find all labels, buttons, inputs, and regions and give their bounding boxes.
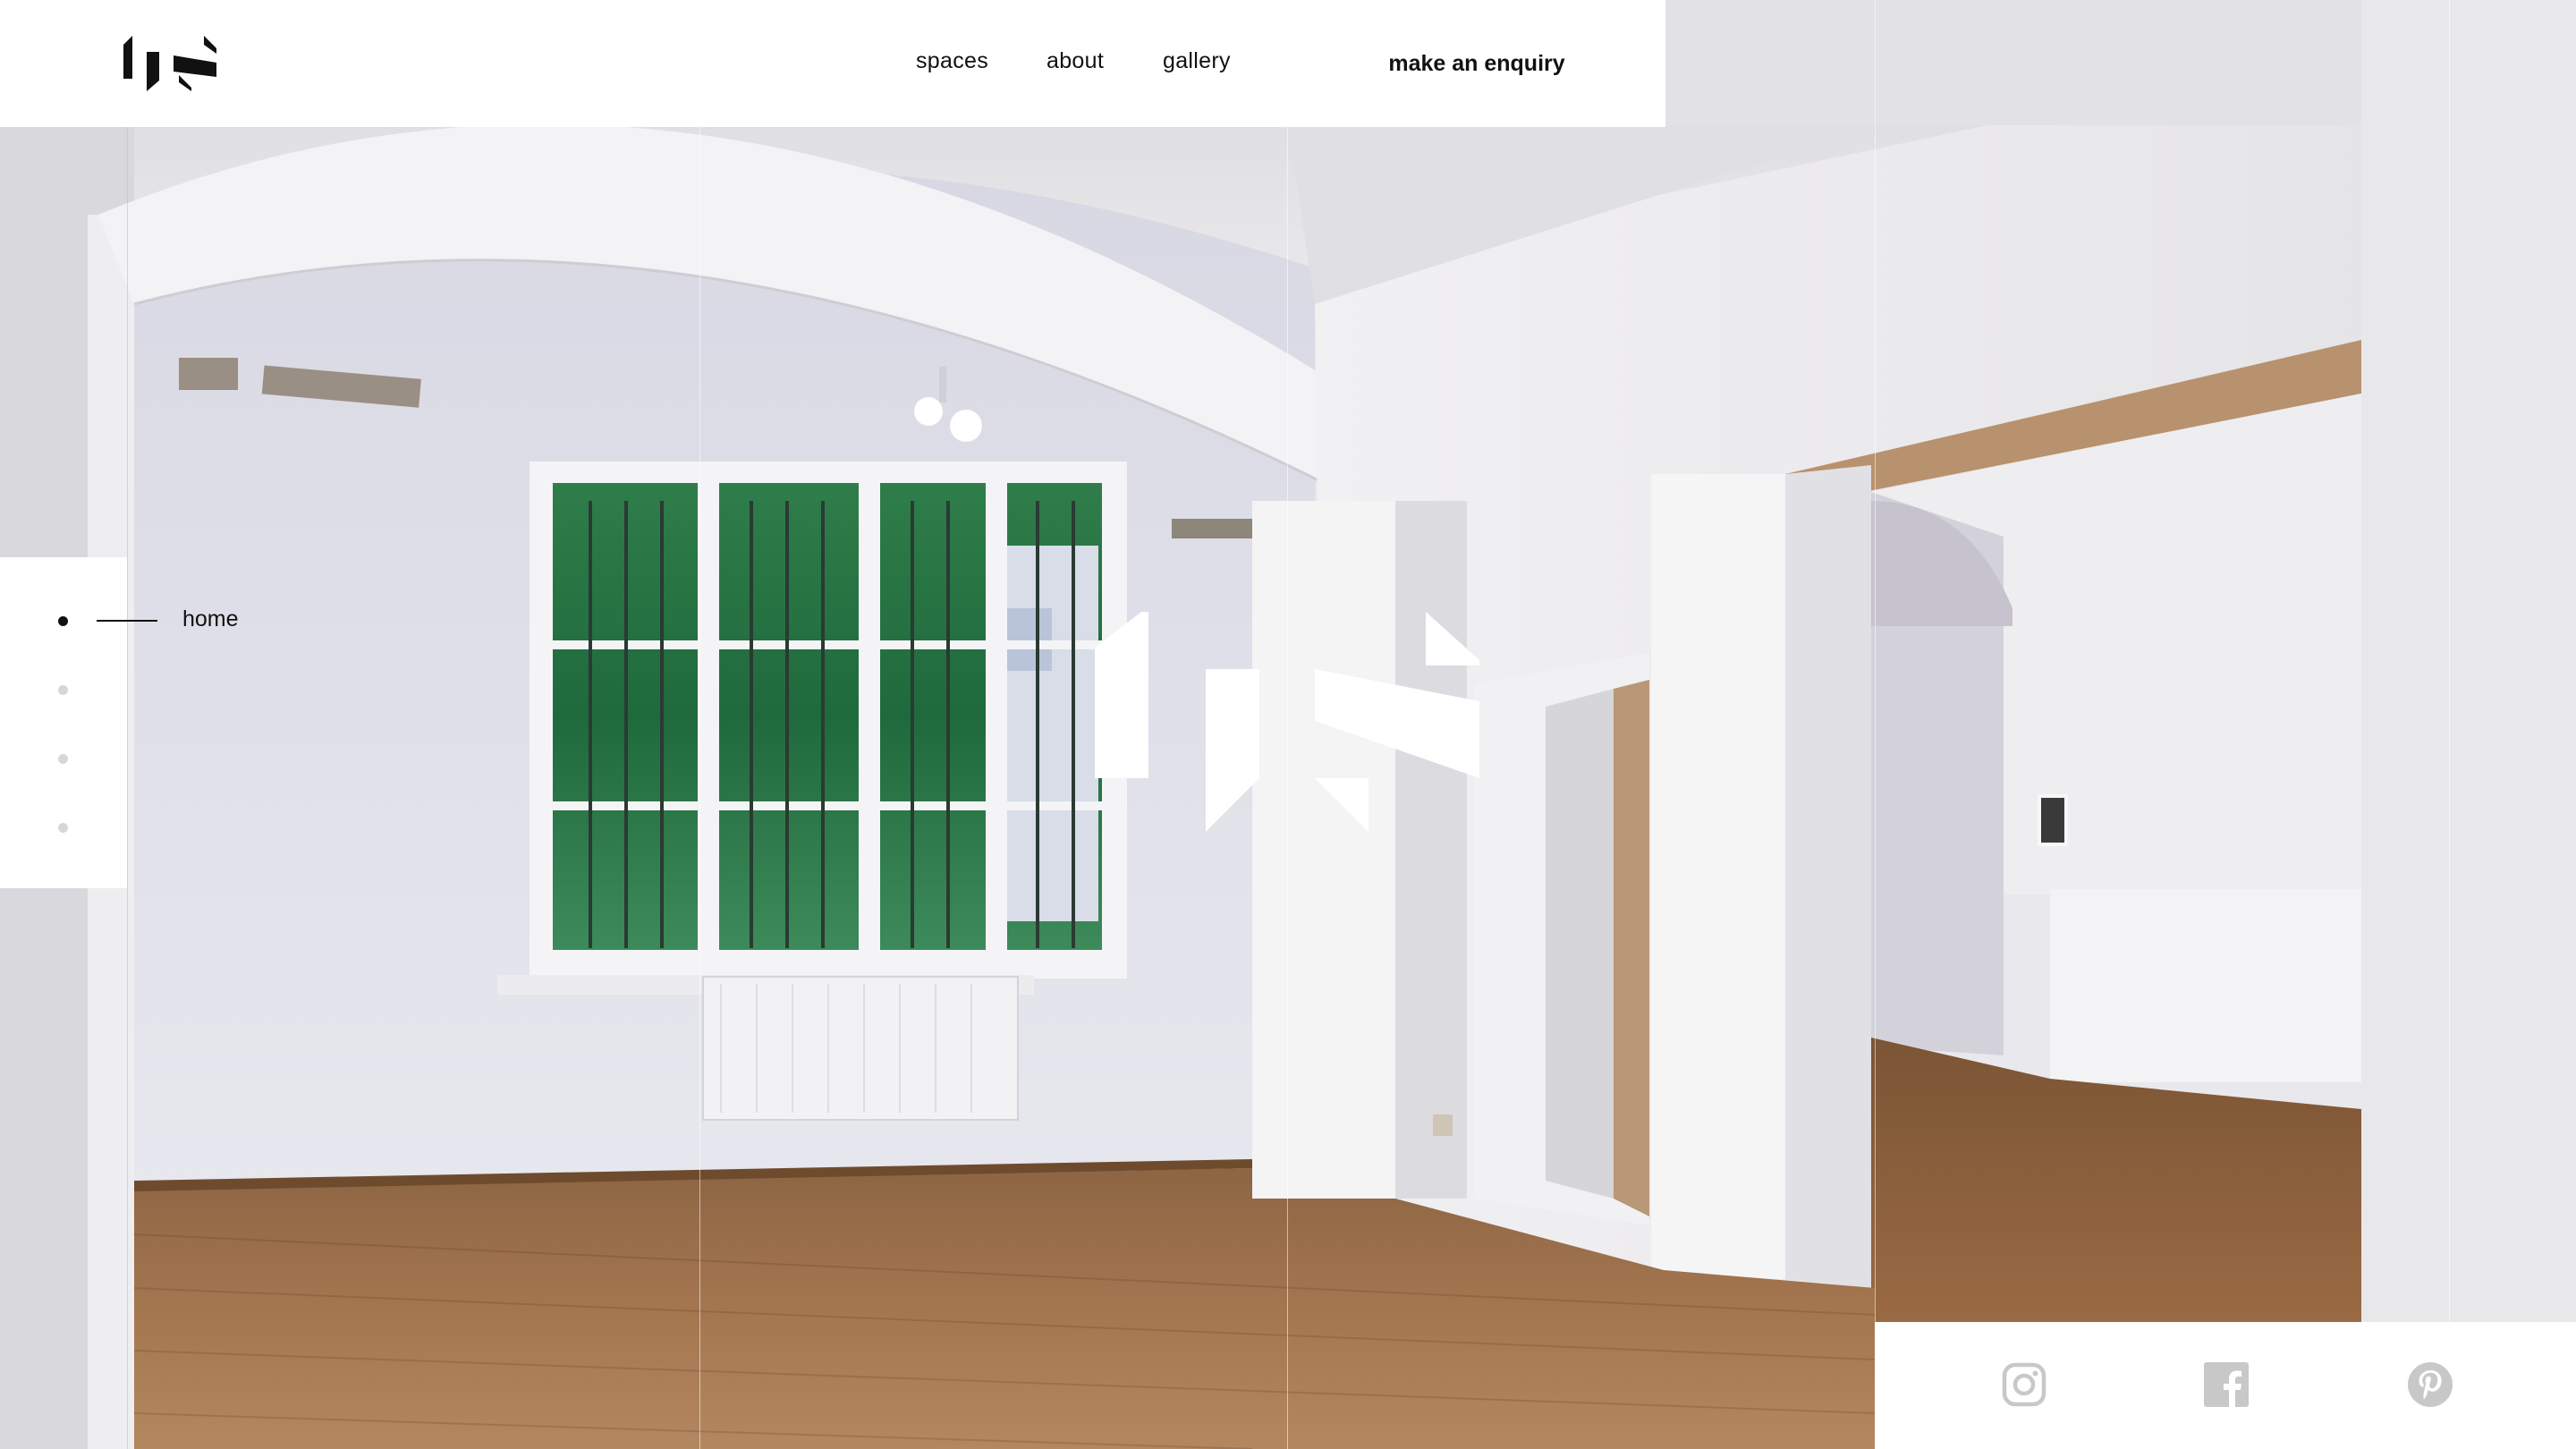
- make-enquiry-label: make an enquiry: [1388, 50, 1565, 76]
- brand-logo-mark: [1095, 606, 1483, 832]
- slide-navigation: [0, 557, 127, 888]
- brand-logo-icon[interactable]: [123, 36, 222, 91]
- page: spaces about gallery make an enquiry hom…: [0, 0, 2576, 1449]
- nav-about[interactable]: about: [1046, 48, 1104, 74]
- slide-dot-4[interactable]: [58, 823, 68, 833]
- grid-line: [127, 0, 128, 1449]
- instagram-icon[interactable]: [2002, 1362, 2046, 1407]
- slide-dot-1[interactable]: [58, 616, 68, 626]
- site-header: spaces about gallery make an enquiry: [0, 0, 1665, 127]
- facebook-icon[interactable]: [2204, 1362, 2249, 1407]
- make-enquiry-button[interactable]: make an enquiry: [1288, 0, 1665, 127]
- slide-dot-3[interactable]: [58, 754, 68, 764]
- social-links-panel: [1875, 1322, 2576, 1449]
- slide-dot-2[interactable]: [58, 685, 68, 695]
- pinterest-icon[interactable]: [2408, 1362, 2453, 1407]
- active-slide-indicator-line: [97, 620, 157, 622]
- nav-gallery[interactable]: gallery: [1163, 48, 1231, 74]
- grid-line: [2449, 0, 2450, 1449]
- grid-line: [699, 0, 700, 1449]
- active-slide-label[interactable]: home: [182, 606, 239, 632]
- grid-line: [1875, 0, 1876, 1449]
- nav-spaces[interactable]: spaces: [916, 48, 988, 74]
